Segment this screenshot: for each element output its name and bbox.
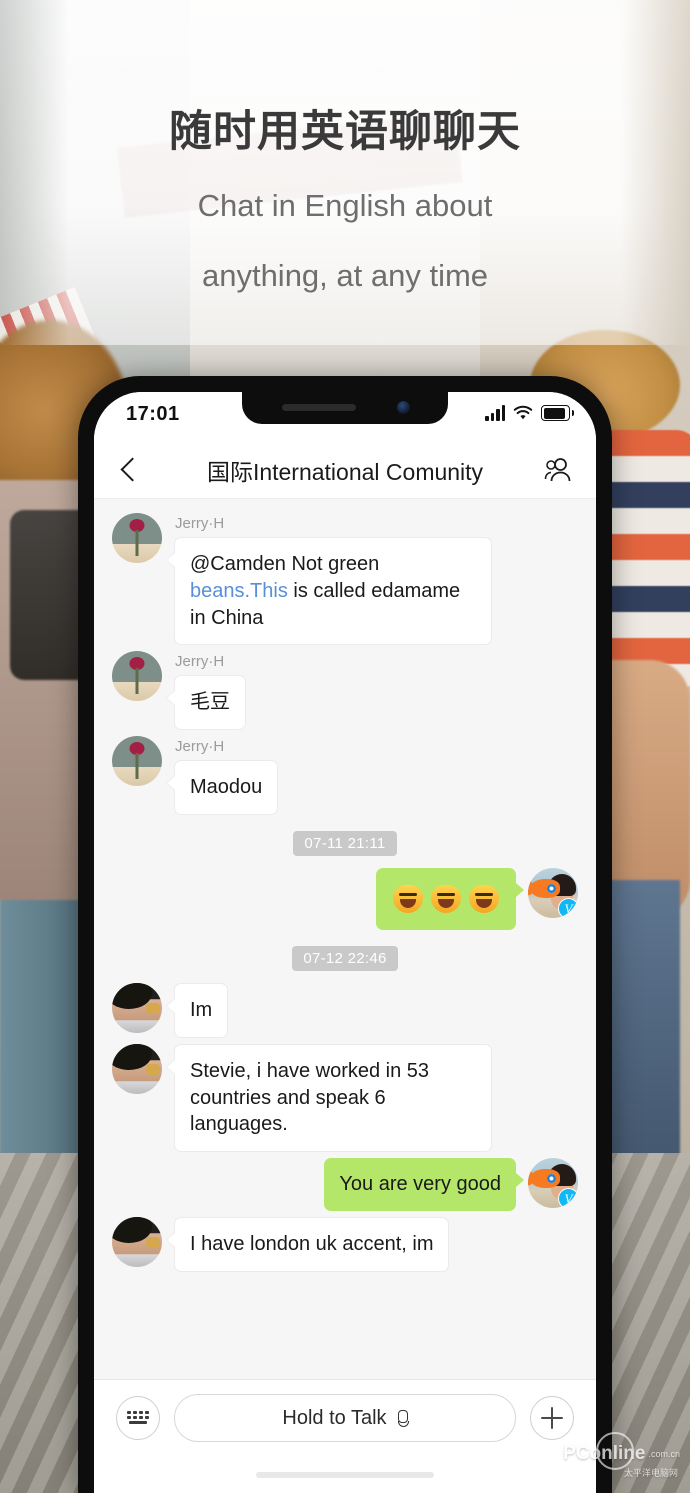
chat-message-row: Jerry·H @Camden Not green beans.This is … (94, 513, 596, 646)
back-chevron-icon[interactable] (116, 457, 142, 483)
chat-message-row: I have london uk accent, im (94, 1216, 596, 1272)
home-indicator (94, 1456, 596, 1493)
message-text-before: @Camden Not green (190, 553, 380, 575)
me-avatar[interactable]: V (528, 1158, 578, 1209)
hold-to-talk-label: Hold to Talk (282, 1406, 387, 1429)
headline-english-line1: Chat in English about (197, 188, 493, 224)
jerry-avatar[interactable] (112, 736, 162, 787)
grinning-face-emoji (431, 884, 461, 913)
status-time: 17:01 (126, 403, 180, 425)
message-bubble[interactable] (376, 867, 524, 930)
message-bubble[interactable]: 毛豆 (174, 675, 246, 731)
fish-sticker-icon (530, 1169, 560, 1189)
hold-to-talk-button[interactable]: Hold to Talk (174, 1394, 516, 1442)
chat-message-row: Im (94, 982, 596, 1038)
grinning-face-emoji (393, 884, 423, 913)
headline-chinese: 随时用英语聊聊天 (169, 108, 521, 156)
chat-message-row: Stevie, i have worked in 53 countries an… (94, 1043, 596, 1153)
emoji-group (391, 881, 501, 917)
phone-notch (242, 392, 448, 424)
timestamp-divider: 07-11 21:11 (94, 830, 596, 856)
jerry-avatar[interactable] (112, 651, 162, 702)
message-sender-name: Jerry·H (175, 653, 225, 671)
chat-message-row: Jerry·H 毛豆 (94, 651, 596, 731)
message-bubble[interactable]: Stevie, i have worked in 53 countries an… (174, 1043, 492, 1153)
message-input-bar: Hold to Talk (94, 1379, 596, 1456)
keyboard-icon[interactable] (116, 1396, 160, 1440)
chat-message-row: V (94, 867, 596, 930)
message-bubble[interactable]: I have london uk accent, im (174, 1216, 450, 1272)
chat-message-row: Jerry·H Maodou (94, 736, 596, 815)
status-bar: 17:01 (94, 392, 596, 442)
message-bubble[interactable]: @Camden Not green beans.This is called e… (174, 537, 492, 646)
phone-mockup: 17:01 国际International Comunity Jerry·H @… (78, 376, 612, 1493)
phone-screen: 17:01 国际International Comunity Jerry·H @… (94, 392, 596, 1493)
battery-icon (541, 405, 574, 421)
timestamp-chip: 07-11 21:11 (293, 830, 397, 856)
headline-english-line2: anything, at any time (201, 258, 489, 294)
message-bubble[interactable]: Maodou (174, 760, 279, 815)
jerry-avatar[interactable] (112, 513, 162, 563)
verified-badge: V (558, 897, 578, 918)
status-indicators (485, 405, 574, 421)
microphone-icon (397, 1409, 409, 1427)
wifi-icon (513, 405, 533, 420)
stevie-avatar[interactable] (112, 1216, 162, 1267)
stevie-avatar[interactable] (112, 1043, 162, 1094)
nav-bar: 国际International Comunity (94, 442, 596, 499)
message-link[interactable]: beans.This (190, 580, 288, 602)
message-sender-name: Jerry·H (175, 738, 225, 756)
chat-message-row: You are very good V (94, 1158, 596, 1211)
hero-banner: 随时用英语聊聊天 Chat in English about anything,… (0, 0, 690, 345)
timestamp-divider: 07-12 22:46 (94, 945, 596, 971)
group-members-icon[interactable] (544, 456, 574, 484)
timestamp-chip: 07-12 22:46 (292, 945, 398, 971)
fish-sticker-icon (530, 878, 560, 898)
message-sender-name: Jerry·H (175, 515, 225, 532)
stevie-avatar[interactable] (112, 982, 162, 1033)
earpiece-speaker (282, 404, 356, 411)
message-bubble[interactable]: You are very good (324, 1158, 524, 1211)
page-title: 国际International Comunity (206, 459, 484, 485)
me-avatar[interactable]: V (528, 867, 578, 918)
chat-message-list[interactable]: Jerry·H @Camden Not green beans.This is … (94, 499, 596, 1379)
plus-icon[interactable] (530, 1396, 574, 1440)
grinning-face-emoji (469, 884, 499, 913)
front-camera (397, 401, 410, 414)
verified-badge: V (558, 1188, 578, 1209)
cellular-signal-icon (485, 405, 505, 421)
message-bubble[interactable]: Im (174, 982, 229, 1038)
